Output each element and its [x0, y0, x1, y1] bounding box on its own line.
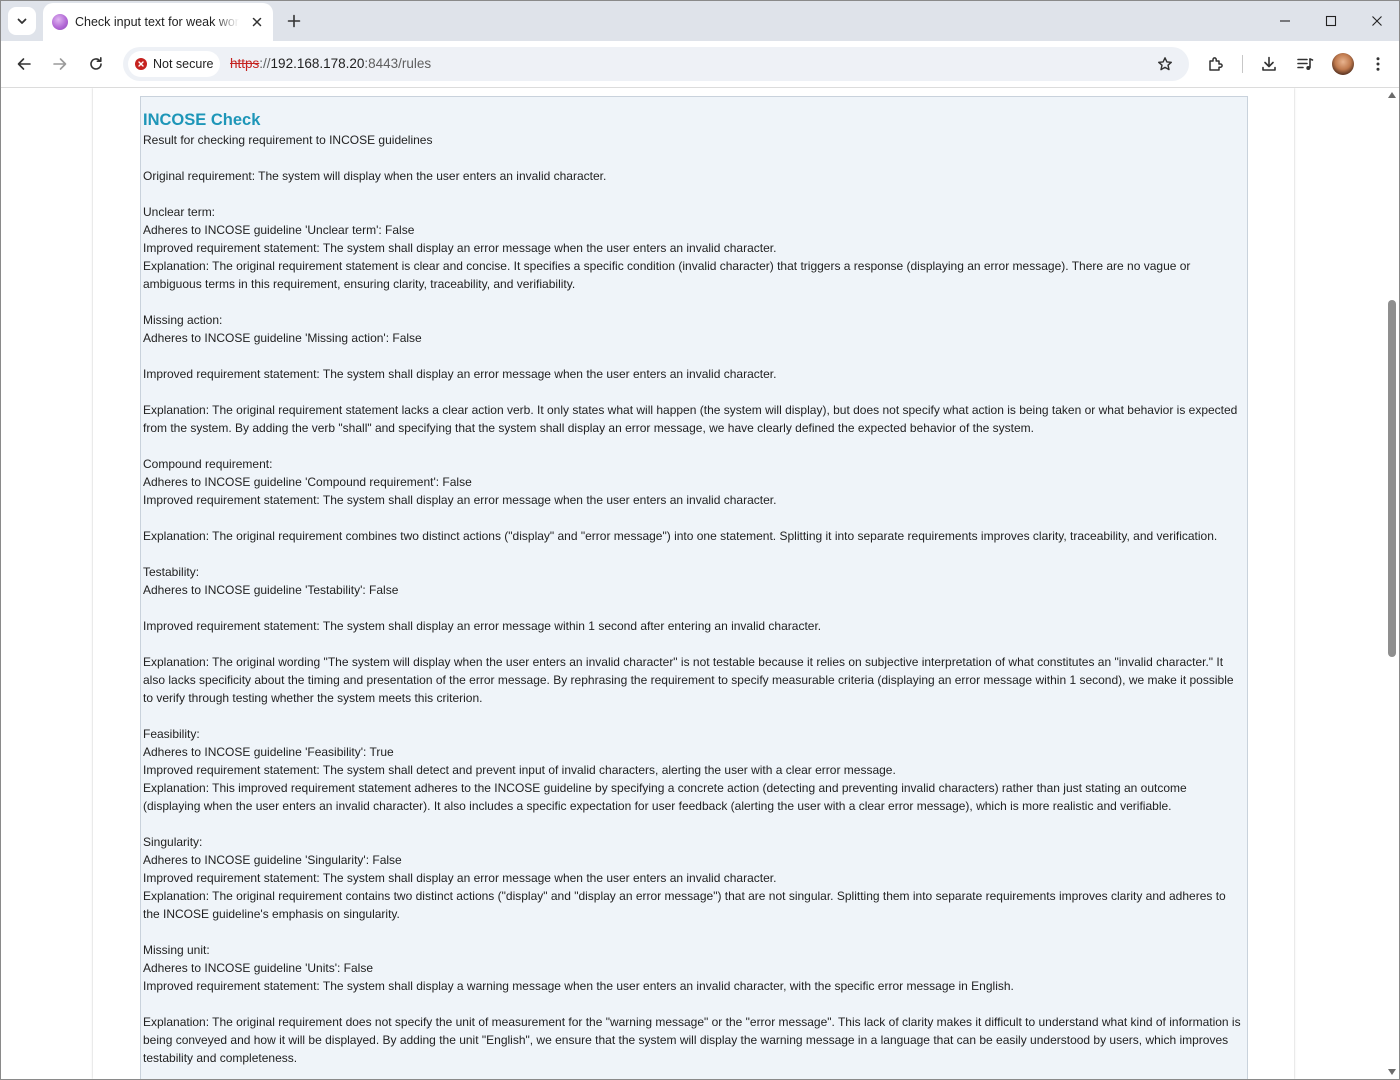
browser-menu-button[interactable] [1364, 50, 1392, 78]
tab-strip: Check input text for weak words [1, 1, 1399, 41]
extensions-button[interactable] [1202, 50, 1230, 78]
browser-toolbar: Not secure https://192.168.178.20:8443/r… [1, 41, 1399, 88]
forward-arrow-icon [53, 58, 67, 70]
plus-icon [287, 14, 301, 28]
profile-avatar[interactable] [1332, 53, 1354, 75]
maximize-icon [1325, 15, 1337, 27]
result-content: INCOSE Check Result for checking require… [143, 111, 1243, 1067]
url-path: :8443/rules [364, 56, 432, 71]
reload-button[interactable] [82, 50, 110, 78]
media-control-icon [1297, 58, 1314, 70]
vertical-scrollbar[interactable] [1385, 88, 1399, 1079]
window-close-button[interactable] [1354, 1, 1399, 41]
maximize-button[interactable] [1308, 1, 1354, 41]
address-bar[interactable]: Not secure https://192.168.178.20:8443/r… [123, 47, 1189, 81]
app-favicon-icon [52, 14, 68, 30]
active-tab[interactable]: Check input text for weak words [43, 3, 273, 41]
reload-icon [90, 57, 102, 70]
result-title: INCOSE Check [143, 111, 261, 129]
tab-close-button[interactable] [249, 14, 265, 30]
result-panel: INCOSE Check Result for checking require… [140, 96, 1248, 1079]
url-scheme: https [230, 56, 260, 71]
minimize-button[interactable] [1262, 1, 1308, 41]
close-icon [1372, 16, 1382, 26]
url-host: 192.168.178.20 [270, 56, 365, 71]
security-chip[interactable]: Not secure [128, 51, 220, 77]
bookmark-button[interactable] [1155, 54, 1175, 74]
downloads-button[interactable] [1255, 50, 1283, 78]
star-icon [1158, 57, 1172, 71]
scroll-down-arrow-icon[interactable] [1388, 1069, 1396, 1075]
url-separator: :// [259, 56, 271, 71]
chevron-down-icon [17, 18, 27, 24]
browser-window: Check input text for weak words Not secu… [0, 0, 1400, 1080]
download-icon [1262, 56, 1276, 71]
tab-title: Check input text for weak words [75, 15, 239, 29]
result-text: Result for checking requirement to INCOS… [143, 133, 1241, 1065]
scrollbar-thumb[interactable] [1388, 300, 1396, 657]
url-text[interactable]: https://192.168.178.20:8443/rules [230, 56, 431, 71]
close-icon [252, 17, 262, 27]
security-label: Not secure [153, 57, 214, 71]
kebab-menu-icon [1376, 57, 1380, 71]
tab-search-button[interactable] [8, 7, 36, 35]
page-viewport: INCOSE Check Result for checking require… [1, 88, 1385, 1079]
media-control-button[interactable] [1291, 50, 1319, 78]
toolbar-separator [1242, 55, 1243, 73]
warning-icon [135, 58, 147, 70]
page-content: INCOSE Check Result for checking require… [93, 88, 1294, 1079]
extensions-icon [1209, 57, 1223, 71]
back-button[interactable] [10, 50, 38, 78]
scroll-up-arrow-icon[interactable] [1388, 92, 1396, 98]
new-tab-button[interactable] [283, 10, 305, 32]
forward-button[interactable] [46, 50, 74, 78]
back-arrow-icon [17, 58, 31, 70]
minimize-icon [1280, 20, 1290, 22]
